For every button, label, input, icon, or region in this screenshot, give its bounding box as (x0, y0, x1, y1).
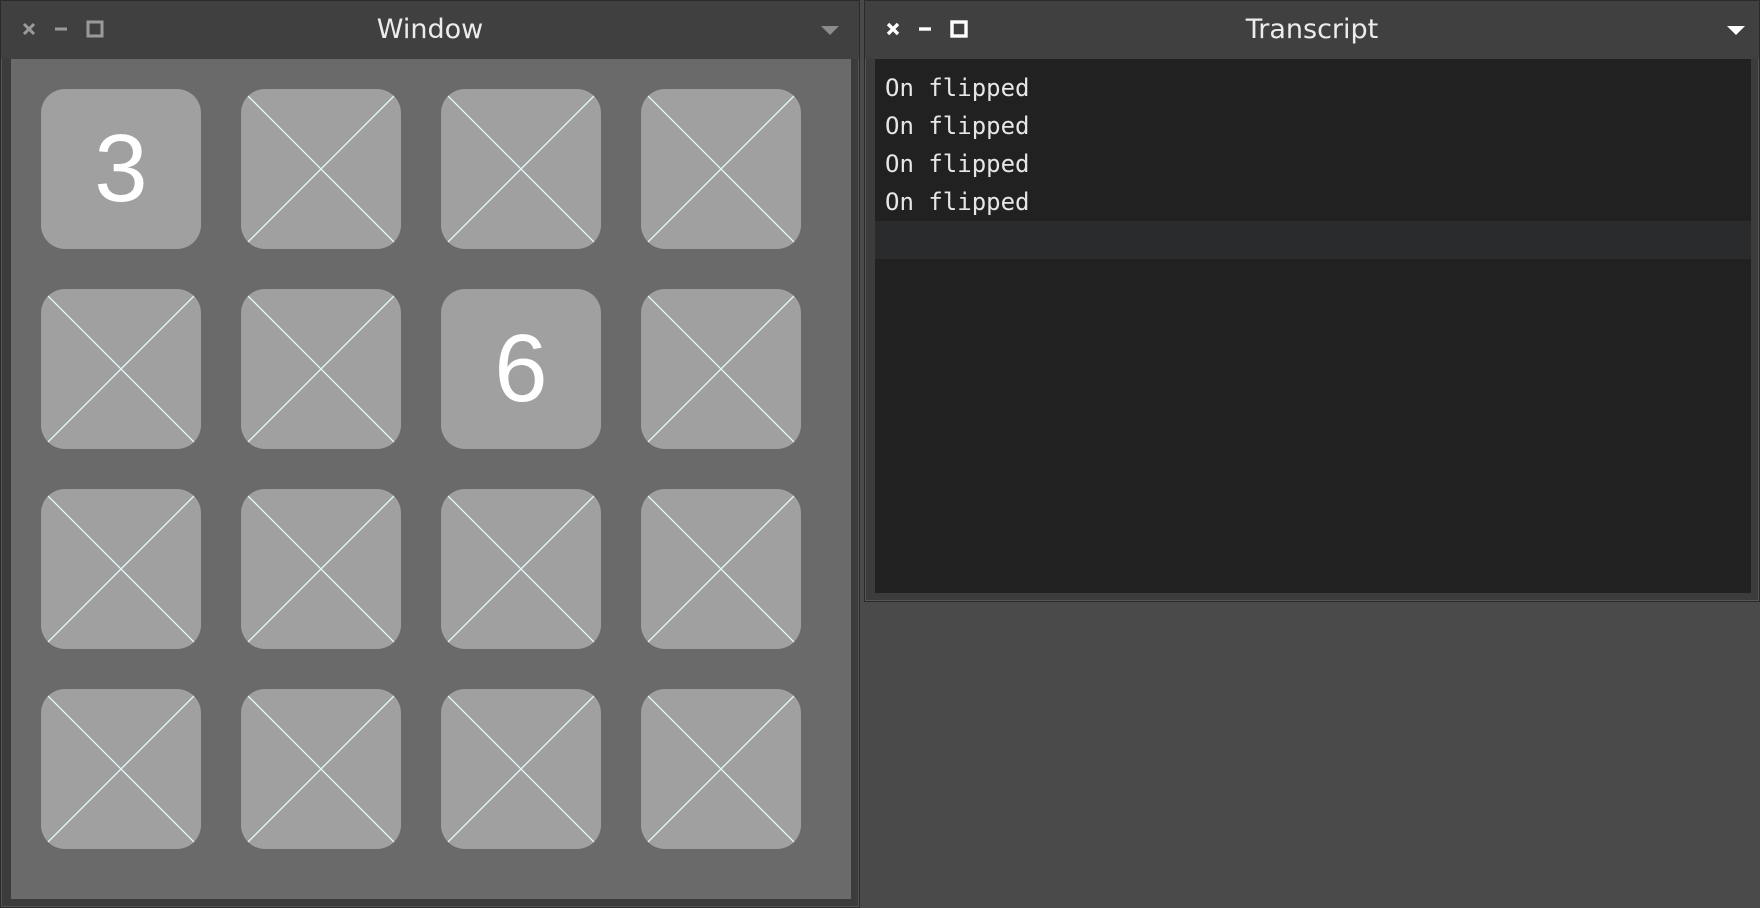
game-window-titlebar[interactable]: Window (1, 1, 859, 59)
transcript-maximize-button[interactable] (945, 15, 973, 43)
transcript-minimize-button[interactable] (911, 15, 939, 43)
game-window-title: Window (376, 14, 484, 45)
card-placeholder-cross (241, 689, 401, 849)
card-face-down[interactable] (41, 489, 201, 649)
close-icon (886, 22, 900, 36)
card-placeholder-cross (241, 489, 401, 649)
card-face-down[interactable] (641, 689, 801, 849)
card-face-down[interactable] (441, 489, 601, 649)
transcript-line: On flipped (885, 188, 1030, 216)
transcript-window: Transcript On flipped On flipped On flippe… (864, 0, 1760, 602)
minimize-button[interactable] (47, 15, 75, 43)
close-button[interactable] (15, 15, 43, 43)
card-face-down[interactable] (241, 689, 401, 849)
card-face-down[interactable] (241, 89, 401, 249)
card-placeholder-cross (641, 89, 801, 249)
card-number: 3 (94, 115, 148, 222)
transcript-text-area[interactable]: On flipped On flipped On flipped On flipped (875, 59, 1751, 593)
transcript-close-button[interactable] (879, 15, 907, 43)
minimize-icon (919, 27, 931, 31)
card-board: 36 (11, 59, 851, 899)
card-face-down[interactable] (241, 489, 401, 649)
transcript-titlebar[interactable]: Transcript (865, 1, 1759, 59)
card-face-down[interactable] (41, 289, 201, 449)
maximize-button[interactable] (81, 15, 109, 43)
card-placeholder-cross (41, 489, 201, 649)
card-face-down[interactable] (641, 89, 801, 249)
maximize-icon (86, 20, 104, 38)
minimize-icon (55, 27, 67, 31)
card-placeholder-cross (641, 289, 801, 449)
card-face-up[interactable]: 3 (41, 89, 201, 249)
card-face-down[interactable] (41, 689, 201, 849)
card-placeholder-cross (41, 689, 201, 849)
card-face-up[interactable]: 6 (441, 289, 601, 449)
card-placeholder-cross (641, 689, 801, 849)
transcript-current-line (875, 221, 1751, 259)
chevron-down-icon[interactable] (1725, 23, 1747, 37)
card-face-down[interactable] (441, 89, 601, 249)
transcript-line: On flipped (885, 150, 1030, 178)
card-placeholder-cross (441, 489, 601, 649)
card-placeholder-cross (441, 89, 601, 249)
close-icon (22, 22, 36, 36)
transcript-line: On flipped (885, 74, 1030, 102)
maximize-icon (950, 20, 968, 38)
card-placeholder-cross (41, 289, 201, 449)
transcript-title: Transcript (1245, 14, 1379, 45)
card-placeholder-cross (641, 489, 801, 649)
transcript-line: On flipped (885, 112, 1030, 140)
card-placeholder-cross (241, 289, 401, 449)
card-placeholder-cross (441, 689, 601, 849)
card-number: 6 (494, 315, 548, 422)
game-window: Window 36 (0, 0, 860, 908)
card-face-down[interactable] (441, 689, 601, 849)
card-face-down[interactable] (641, 289, 801, 449)
card-face-down[interactable] (241, 289, 401, 449)
chevron-down-icon[interactable] (819, 23, 841, 37)
card-placeholder-cross (241, 89, 401, 249)
card-face-down[interactable] (641, 489, 801, 649)
